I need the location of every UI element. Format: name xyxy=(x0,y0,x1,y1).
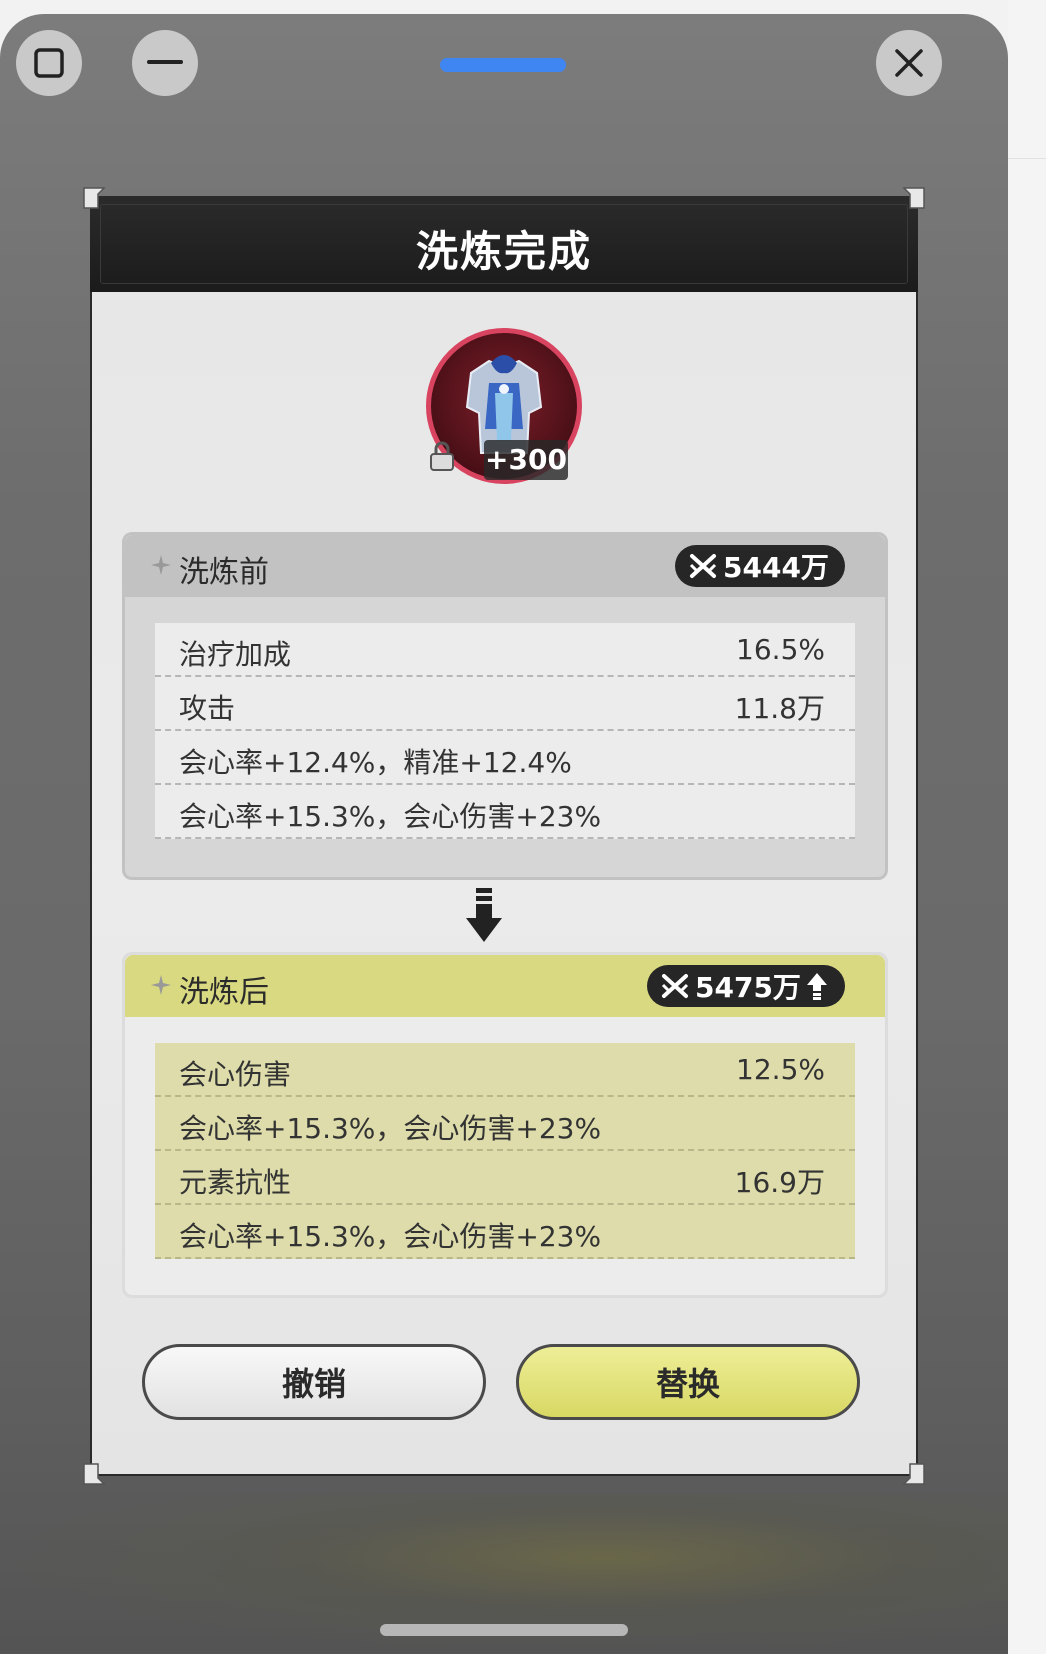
home-indicator[interactable] xyxy=(380,1624,628,1636)
cancel-button[interactable]: 撤销 xyxy=(142,1344,486,1420)
corner-ornament-icon xyxy=(902,1463,925,1485)
refine-result-dialog: 洗炼完成 +300 洗炼前 5444万 治疗加成 16.5% 攻击 11.8万 … xyxy=(83,187,925,1485)
stat-value: 16.9万 xyxy=(734,1166,825,1199)
stat-name: 会心率+15.3%，会心伤害+23% xyxy=(179,1220,602,1253)
stat-row: 攻击 11.8万 xyxy=(155,677,855,731)
stat-name: 攻击 xyxy=(179,692,236,725)
crossed-swords-icon xyxy=(689,554,717,578)
dialog-title: 洗炼完成 xyxy=(415,227,592,276)
stat-name: 会心伤害 xyxy=(179,1058,292,1091)
stat-name: 会心率+15.3%，会心伤害+23% xyxy=(179,800,602,833)
stat-row: 会心伤害 12.5% xyxy=(155,1043,855,1097)
stat-row: 元素抗性 16.9万 xyxy=(155,1151,855,1205)
corner-ornament-icon xyxy=(83,1463,106,1485)
stat-name: 治疗加成 xyxy=(179,638,292,671)
close-button[interactable] xyxy=(876,30,942,96)
replace-button-label: 替换 xyxy=(655,1365,720,1403)
before-stats-list: 治疗加成 16.5% 攻击 11.8万 会心率+12.4%，精准+12.4% 会… xyxy=(155,623,855,839)
lock-icon xyxy=(430,441,454,471)
after-refine-panel: 洗炼后 5475万 会心伤害 12.5% 会心率+15.3%，会心伤害+23% … xyxy=(122,952,888,1298)
stat-row: 会心率+15.3%，会心伤害+23% xyxy=(155,1097,855,1151)
before-label: 洗炼前 xyxy=(179,555,269,590)
cancel-button-label: 撤销 xyxy=(281,1365,346,1403)
stat-value: 16.5% xyxy=(736,633,825,666)
before-panel-header: 洗炼前 5444万 xyxy=(125,535,885,597)
stat-row: 会心率+12.4%，精准+12.4% xyxy=(155,731,855,785)
after-label: 洗炼后 xyxy=(179,975,269,1010)
stat-value: 11.8万 xyxy=(734,692,825,725)
arrow-down-icon xyxy=(466,888,502,942)
sparkle-icon xyxy=(151,555,171,575)
corner-ornament-icon xyxy=(83,187,106,209)
after-score-badge: 5475万 xyxy=(647,965,845,1007)
stat-name: 元素抗性 xyxy=(179,1166,292,1199)
after-stats-list: 会心伤害 12.5% 会心率+15.3%，会心伤害+23% 元素抗性 16.9万… xyxy=(155,1043,855,1259)
close-icon xyxy=(895,49,923,77)
stat-row: 会心率+15.3%，会心伤害+23% xyxy=(155,1205,855,1259)
stat-row: 会心率+15.3%，会心伤害+23% xyxy=(155,785,855,839)
square-icon xyxy=(34,48,64,78)
sparkle-icon xyxy=(151,975,171,995)
stat-name: 会心率+15.3%，会心伤害+23% xyxy=(179,1112,602,1145)
background-page-edge xyxy=(1008,0,1046,1654)
arrow-up-icon xyxy=(806,973,827,1000)
crossed-swords-icon xyxy=(661,974,689,998)
before-score-badge: 5444万 xyxy=(675,545,845,587)
after-panel-header: 洗炼后 5475万 xyxy=(125,955,885,1017)
stat-name: 会心率+12.4%，精准+12.4% xyxy=(179,746,572,779)
background-divider xyxy=(1008,158,1046,159)
maximize-button[interactable] xyxy=(16,30,82,96)
stat-row: 治疗加成 16.5% xyxy=(155,623,855,677)
dialog-header: 洗炼完成 xyxy=(90,196,918,292)
equipment-level-badge: +300 xyxy=(484,440,568,480)
minus-icon xyxy=(147,60,183,64)
after-score-value: 5475万 xyxy=(695,971,801,1004)
before-refine-panel: 洗炼前 5444万 治疗加成 16.5% 攻击 11.8万 会心率+12.4%，… xyxy=(122,532,888,880)
before-score-value: 5444万 xyxy=(723,551,829,584)
window-drag-handle[interactable] xyxy=(440,58,566,72)
stat-value: 12.5% xyxy=(736,1053,825,1086)
minimize-button[interactable] xyxy=(132,30,198,96)
replace-button[interactable]: 替换 xyxy=(516,1344,860,1420)
corner-ornament-icon xyxy=(902,187,925,209)
